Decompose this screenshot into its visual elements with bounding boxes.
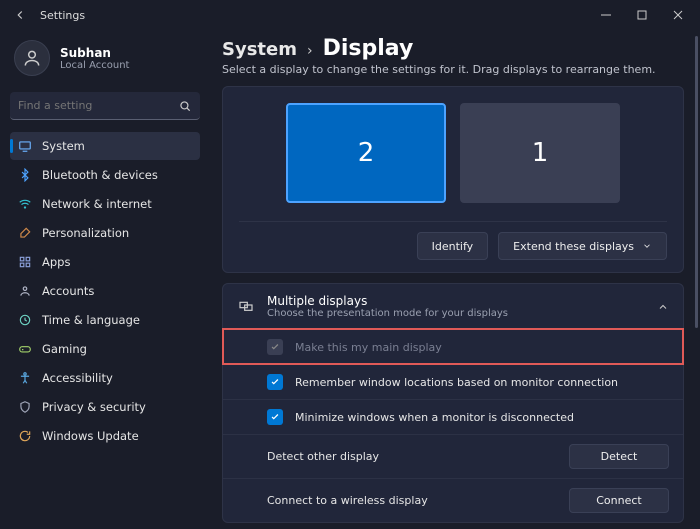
option-minimize-windows[interactable]: Minimize windows when a monitor is disco…: [223, 399, 683, 434]
option-main-display: Make this my main display: [223, 329, 683, 364]
nav-item-system[interactable]: System: [10, 132, 200, 160]
option-label: Connect to a wireless display: [267, 494, 557, 507]
section-title: Multiple displays: [267, 294, 645, 308]
nav-label: Time & language: [42, 313, 140, 327]
nav-item-bluetooth[interactable]: Bluetooth & devices: [10, 161, 200, 189]
nav-item-accessibility[interactable]: Accessibility: [10, 364, 200, 392]
shield-icon: [18, 400, 32, 414]
monitor-2[interactable]: 2: [286, 103, 446, 203]
system-icon: [18, 139, 32, 153]
titlebar: Settings: [0, 0, 700, 30]
checkbox-minimize[interactable]: [267, 409, 283, 425]
nav-item-gaming[interactable]: Gaming: [10, 335, 200, 363]
clock-icon: [18, 313, 32, 327]
minimize-button[interactable]: [588, 1, 624, 29]
display-arrangement-card: 2 1 Identify Extend these displays: [222, 86, 684, 273]
chevron-down-icon: [642, 241, 652, 251]
sidebar: Subhan Local Account System Bluetooth & …: [0, 30, 210, 529]
multiple-displays-section: Multiple displays Choose the presentatio…: [222, 283, 684, 523]
apps-icon: [18, 255, 32, 269]
checkbox-main: [267, 339, 283, 355]
maximize-icon: [637, 10, 647, 20]
search-icon: [178, 99, 192, 113]
nav-label: Gaming: [42, 342, 87, 356]
nav-label: Windows Update: [42, 429, 139, 443]
nav-item-accounts[interactable]: Accounts: [10, 277, 200, 305]
window-title: Settings: [40, 9, 85, 22]
checkmark-icon: [270, 377, 280, 387]
option-detect: Detect other display Detect: [223, 434, 683, 478]
minimize-icon: [601, 10, 611, 20]
maximize-button[interactable]: [624, 1, 660, 29]
identify-button[interactable]: Identify: [417, 232, 489, 260]
nav-label: Apps: [42, 255, 70, 269]
nav-label: Accessibility: [42, 371, 113, 385]
nav-item-privacy[interactable]: Privacy & security: [10, 393, 200, 421]
section-header[interactable]: Multiple displays Choose the presentatio…: [223, 284, 683, 329]
nav-label: Personalization: [42, 226, 129, 240]
option-label: Minimize windows when a monitor is disco…: [295, 411, 669, 424]
extend-dropdown[interactable]: Extend these displays: [498, 232, 667, 260]
checkbox-remember[interactable]: [267, 374, 283, 390]
checkmark-icon: [270, 342, 280, 352]
nav-label: System: [42, 139, 85, 153]
avatar: [14, 40, 50, 76]
checkmark-icon: [270, 412, 280, 422]
nav-item-apps[interactable]: Apps: [10, 248, 200, 276]
option-label: Remember window locations based on monit…: [295, 376, 669, 389]
accessibility-icon: [18, 371, 32, 385]
nav-label: Accounts: [42, 284, 94, 298]
nav-label: Network & internet: [42, 197, 152, 211]
breadcrumb-current: Display: [323, 36, 414, 61]
option-label: Make this my main display: [295, 341, 669, 354]
connect-button[interactable]: Connect: [569, 488, 669, 513]
bluetooth-icon: [18, 168, 32, 182]
breadcrumb: System › Display: [222, 36, 684, 61]
back-button[interactable]: [8, 3, 32, 27]
wifi-icon: [18, 197, 32, 211]
breadcrumb-parent[interactable]: System: [222, 39, 297, 60]
option-label: Detect other display: [267, 450, 557, 463]
search-box[interactable]: [10, 92, 200, 120]
brush-icon: [18, 226, 32, 240]
close-icon: [673, 10, 683, 20]
person-icon: [22, 48, 42, 68]
profile-name: Subhan: [60, 46, 129, 60]
nav-item-time[interactable]: Time & language: [10, 306, 200, 334]
displays-row[interactable]: 2 1: [239, 103, 667, 203]
accounts-icon: [18, 284, 32, 298]
nav-label: Privacy & security: [42, 400, 146, 414]
gaming-icon: [18, 342, 32, 356]
nav-item-personalization[interactable]: Personalization: [10, 219, 200, 247]
monitor-1[interactable]: 1: [460, 103, 620, 203]
scrollbar-thumb[interactable]: [695, 36, 698, 328]
section-subtitle: Choose the presentation mode for your di…: [267, 308, 645, 319]
chevron-right-icon: ›: [307, 43, 313, 59]
profile-sub: Local Account: [60, 60, 129, 71]
nav-item-update[interactable]: Windows Update: [10, 422, 200, 450]
search-input[interactable]: [18, 99, 178, 112]
nav-list: System Bluetooth & devices Network & int…: [10, 132, 200, 450]
nav-item-network[interactable]: Network & internet: [10, 190, 200, 218]
update-icon: [18, 429, 32, 443]
page-subtitle: Select a display to change the settings …: [222, 63, 684, 76]
detect-button[interactable]: Detect: [569, 444, 669, 469]
close-button[interactable]: [660, 1, 696, 29]
profile-block[interactable]: Subhan Local Account: [10, 36, 200, 86]
scrollbar[interactable]: [694, 36, 698, 523]
chevron-up-icon: [657, 301, 669, 313]
option-connect: Connect to a wireless display Connect: [223, 478, 683, 522]
displays-icon: [237, 299, 255, 315]
content-area: System › Display Select a display to cha…: [210, 30, 700, 529]
nav-label: Bluetooth & devices: [42, 168, 158, 182]
option-remember-locations[interactable]: Remember window locations based on monit…: [223, 364, 683, 399]
